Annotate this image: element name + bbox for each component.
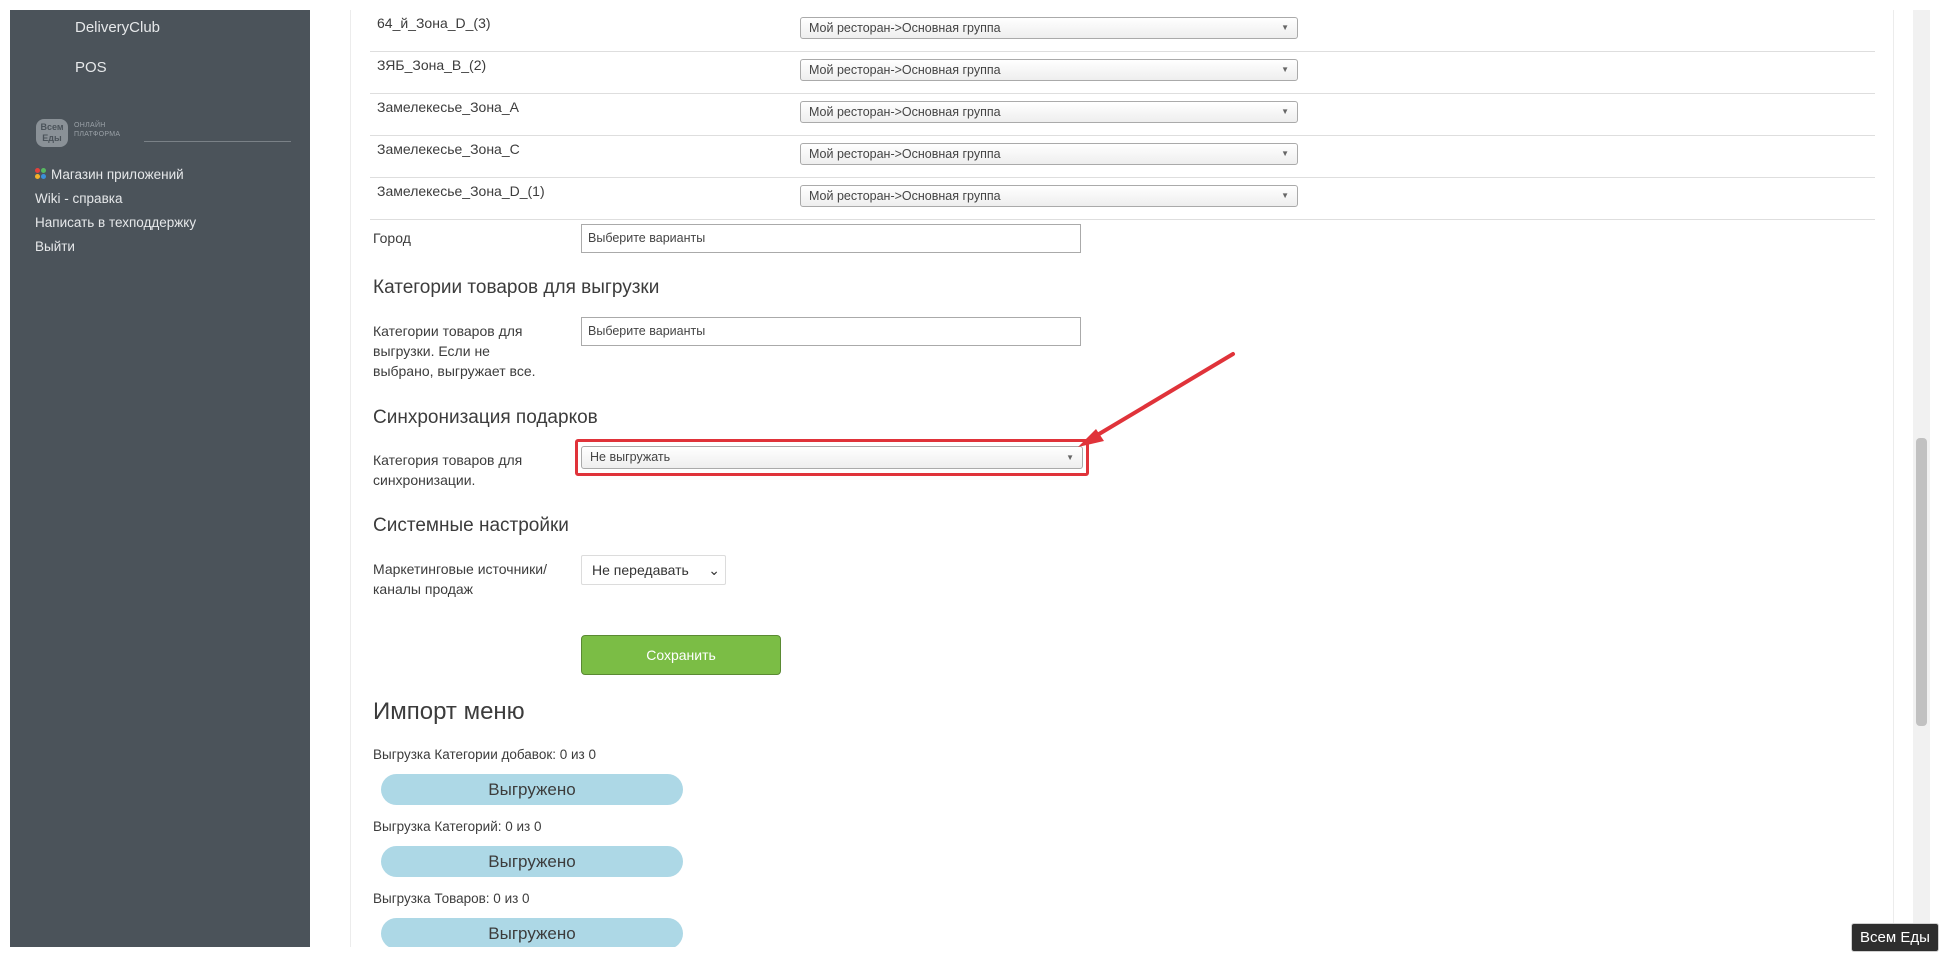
browser-viewport: DeliveryClub POS Всем Еды ОНЛАЙН ПЛАТФОР… (10, 10, 1930, 947)
page-scrollbar[interactable] (1913, 10, 1930, 947)
tooltip: Всем Еды (1851, 923, 1939, 952)
annotation-arrow (1078, 352, 1235, 447)
scrollbar-thumb[interactable] (1916, 438, 1927, 726)
